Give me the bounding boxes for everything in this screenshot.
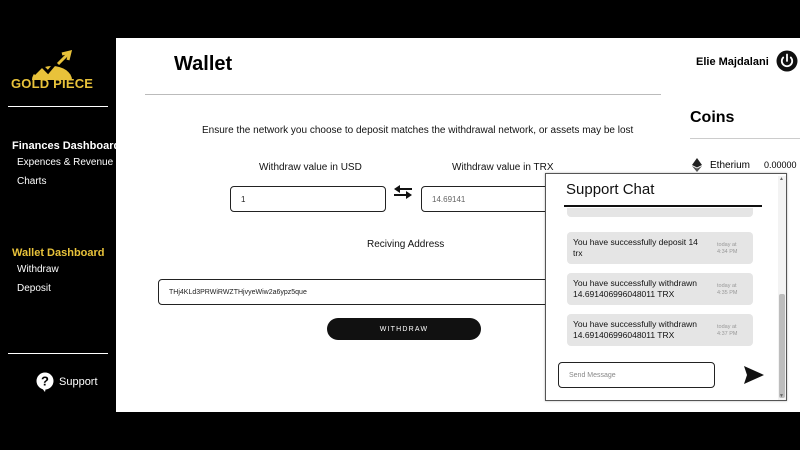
trx-label: Withdraw value in TRX xyxy=(452,162,554,173)
trx-amount-input[interactable]: 14.69141 xyxy=(421,186,561,212)
page-title: Wallet xyxy=(174,53,233,75)
chat-title-divider xyxy=(564,205,762,207)
chat-message-list[interactable]: You have successfully deposit 14 trx tod… xyxy=(562,208,778,353)
chat-message-time: today at 4:35 PM xyxy=(717,283,738,296)
receiving-address-input[interactable]: THj4KLd3PRWiRWZTHjvyeWiw2a6ypz5que xyxy=(158,279,558,305)
coin-name: Etherium xyxy=(710,159,751,171)
scroll-down-icon[interactable]: ▼ xyxy=(779,393,784,399)
usd-amount-input[interactable]: 1 xyxy=(230,186,386,212)
sidebar-divider xyxy=(8,106,108,107)
sidebar: GOLD PIECE Finances Dashboard Expences &… xyxy=(0,38,120,412)
chat-message-input[interactable]: Send Message xyxy=(558,362,715,388)
chat-message: You have successfully withdrawn 14.69140… xyxy=(567,273,753,305)
scroll-up-icon[interactable]: ▲ xyxy=(779,176,784,182)
chat-message-text: You have successfully withdrawn 14.69140… xyxy=(573,319,697,340)
power-logout-icon[interactable] xyxy=(776,50,798,72)
support-label: Support xyxy=(59,376,98,388)
chat-message-time: today at 4:34 PM xyxy=(717,242,738,255)
chat-message-text: You have successfully withdrawn 14.69140… xyxy=(573,278,697,299)
chat-message-text: You have successfully deposit 14 trx xyxy=(573,237,698,258)
support-chat-panel: Support Chat You have successfully depos… xyxy=(545,173,787,401)
chat-scroll-thumb[interactable] xyxy=(779,294,785,398)
brand-name: GOLD PIECE xyxy=(11,76,94,91)
receiving-address-label: Reciving Address xyxy=(367,239,445,250)
ethereum-icon xyxy=(692,158,702,172)
sidebar-heading-finances[interactable]: Finances Dashboard xyxy=(12,140,120,152)
sidebar-item-charts[interactable]: Charts xyxy=(17,176,46,187)
chat-title: Support Chat xyxy=(566,181,655,198)
chat-message: You have successfully withdrawn 14.69140… xyxy=(567,314,753,346)
user-name: Elie Majdalani xyxy=(696,56,769,68)
chat-message: You have successfully deposit 14 trx tod… xyxy=(567,232,753,264)
coins-divider xyxy=(690,138,800,139)
sidebar-item-deposit[interactable]: Deposit xyxy=(17,283,51,294)
usd-label: Withdraw value in USD xyxy=(259,162,362,173)
sidebar-item-withdraw[interactable]: Withdraw xyxy=(17,264,59,275)
send-icon[interactable] xyxy=(744,366,764,384)
support-link[interactable]: ? Support xyxy=(36,372,98,392)
coin-balance: 0.00000 xyxy=(764,160,797,170)
coins-title: Coins xyxy=(690,109,735,126)
sidebar-divider xyxy=(8,353,108,354)
coin-row: Etherium 0.00000 xyxy=(692,158,797,172)
swap-arrows-icon xyxy=(394,185,412,199)
header-divider xyxy=(145,94,661,95)
app-frame: GOLD PIECE Finances Dashboard Expences &… xyxy=(0,0,800,450)
chat-message xyxy=(567,208,753,217)
chat-message-time: today at 4:37 PM xyxy=(717,324,738,337)
sidebar-item-expences-revenue[interactable]: Expences & Revenue xyxy=(17,157,113,168)
sidebar-heading-wallet[interactable]: Wallet Dashboard xyxy=(12,247,105,259)
help-question-icon: ? xyxy=(36,372,54,392)
svg-text:?: ? xyxy=(41,374,49,389)
withdraw-button[interactable]: WITHDRAW xyxy=(327,318,481,340)
network-notice: Ensure the network you choose to deposit… xyxy=(202,125,634,136)
